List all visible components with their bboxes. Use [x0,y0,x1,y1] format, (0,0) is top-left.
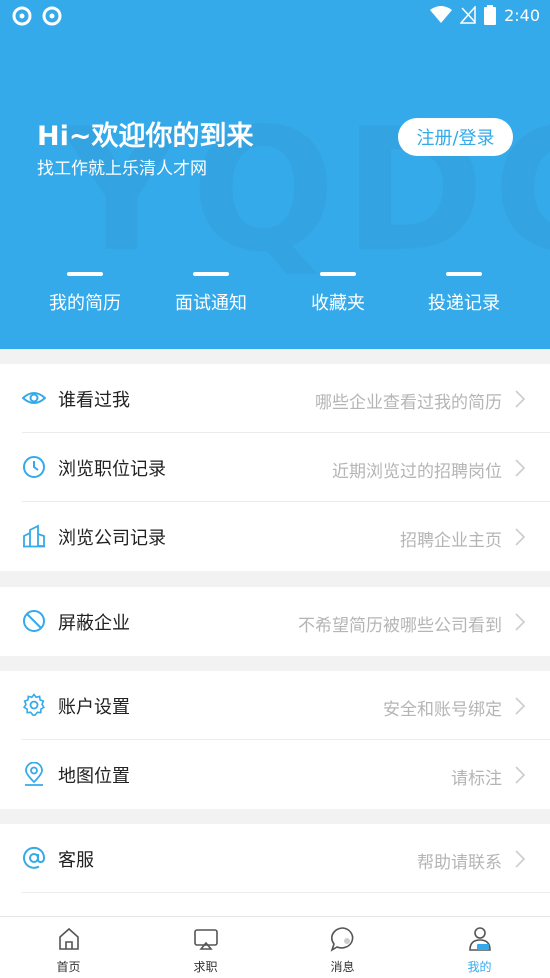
status-time: 2:40 [504,5,540,25]
location-pin-icon [25,762,43,786]
jobs-icon [193,929,218,950]
menu-item-hint: 招聘企业主页 [400,531,502,551]
menu-item-hint: 不希望简历被哪些公司看到 [298,616,502,636]
tab-home[interactable]: 首页 [0,917,137,978]
status-bar: 2:40 [0,0,550,32]
menu-item-map-location[interactable]: 地图位置 请标注 [0,740,550,809]
tab-mine[interactable]: 我的 [411,917,548,978]
eye-icon [22,392,46,404]
chat-bubble-icon [330,927,353,952]
tab-label: 我的 [467,960,492,974]
tab-label: 求职 [193,960,218,974]
menu-item-browsed-companies[interactable]: 浏览公司记录 招聘企业主页 [0,502,550,571]
welcome-subtitle: 找工作就上乐清人才网 [37,159,207,179]
bottom-tab-bar: 首页 求职 消息 我的 [0,916,550,978]
gear-icon [22,693,46,716]
menu-item-label: 地图位置 [58,766,130,787]
chevron-right-icon [515,390,526,408]
tab-label: 消息 [330,960,355,974]
menu-item-account-settings[interactable]: 账户设置 安全和账号绑定 [0,671,550,740]
no-signal-icon [460,6,476,24]
menu-item-customer-service[interactable]: 客服 帮助请联系 [0,824,550,893]
quick-link-favorites[interactable]: 收藏夹 [275,272,401,315]
tab-label: 首页 [56,960,81,974]
menu-item-hint: 哪些企业查看过我的简历 [315,393,502,413]
block-icon [23,610,45,632]
quick-link-label: 收藏夹 [311,293,365,314]
battery-icon [484,5,497,25]
quick-link-label: 投递记录 [428,293,500,314]
menu-item-hint: 近期浏览过的招聘岗位 [332,462,502,482]
chevron-right-icon [515,528,526,546]
quick-link-indicator [193,272,229,276]
tab-messages[interactable]: 消息 [274,917,411,978]
clock-icon [23,456,45,478]
divider [22,892,550,893]
chevron-right-icon [515,766,526,784]
menu-item-hint: 帮助请联系 [417,853,502,873]
quick-link-label: 我的简历 [49,293,121,314]
menu-item-hint: 安全和账号绑定 [383,700,502,720]
menu-group-settings: 账户设置 安全和账号绑定 地图位置 请标注 [0,671,550,809]
quick-link-indicator [320,272,356,276]
tab-jobs[interactable]: 求职 [137,917,274,978]
chevron-right-icon [515,459,526,477]
menu-group-block: 屏蔽企业 不希望简历被哪些公司看到 [0,587,550,656]
quick-link-interviews[interactable]: 面试通知 [148,272,274,315]
menu-item-who-viewed[interactable]: 谁看过我 哪些企业查看过我的简历 [0,364,550,433]
quick-link-indicator [67,272,103,276]
chevron-right-icon [515,613,526,631]
menu-group-records: 谁看过我 哪些企业查看过我的简历 浏览职位记录 近期浏览过的招聘岗位 浏览公司记… [0,364,550,571]
wifi-icon [430,6,453,23]
app-notification-icon [42,6,62,26]
menu-item-hint: 请标注 [451,769,502,789]
chevron-right-icon [515,697,526,715]
menu-item-label: 谁看过我 [58,390,130,411]
menu-group-service: 客服 帮助请联系 [0,824,550,916]
menu-item-label: 账户设置 [58,697,130,718]
menu-item-label: 浏览公司记录 [58,528,166,549]
app-notification-icon [12,6,32,26]
quick-link-indicator [446,272,482,276]
quick-links: 我的简历 面试通知 收藏夹 投递记录 [0,272,550,322]
home-icon [58,927,79,950]
chevron-right-icon [515,850,526,868]
quick-link-label: 面试通知 [175,293,247,314]
register-login-button[interactable]: 注册/登录 [398,118,513,156]
menu-item-label: 客服 [58,850,94,871]
menu-item-label: 屏蔽企业 [58,613,130,634]
quick-link-resume[interactable]: 我的简历 [22,272,148,315]
user-icon [468,927,491,951]
quick-link-applications[interactable]: 投递记录 [401,272,527,315]
profile-header: YQDC Hi~欢迎你的到来 找工作就上乐清人才网 注册/登录 我的简历 面试通… [0,32,550,349]
menu-item-label: 浏览职位记录 [58,459,166,480]
welcome-title: Hi~欢迎你的到来 [37,121,254,152]
building-icon [23,524,45,548]
menu-item-block-companies[interactable]: 屏蔽企业 不希望简历被哪些公司看到 [0,587,550,656]
at-icon [23,846,46,869]
menu-item-browsed-jobs[interactable]: 浏览职位记录 近期浏览过的招聘岗位 [0,433,550,502]
